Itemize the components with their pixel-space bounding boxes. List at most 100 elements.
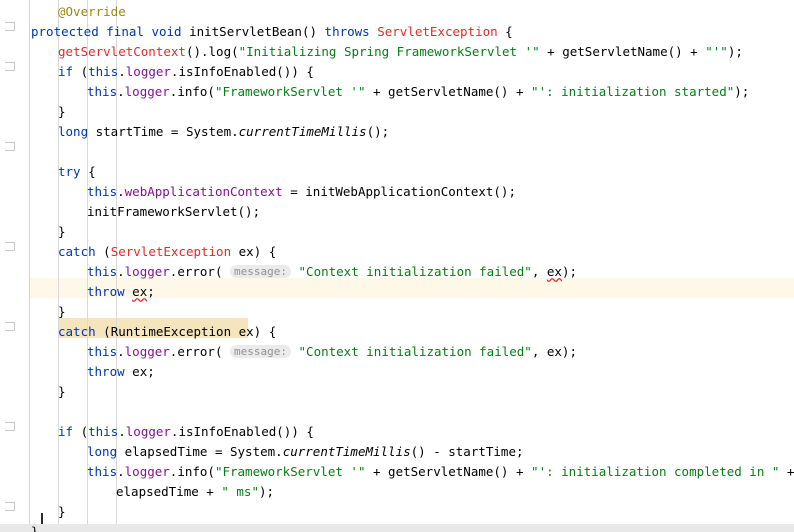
code-token: "Initializing Spring FrameworkServlet '" (238, 44, 540, 59)
code-token: ; (147, 284, 155, 299)
code-token: logger (124, 464, 170, 479)
code-line[interactable]: long startTime = System.currentTimeMilli… (58, 122, 389, 142)
code-token: "Context initialization failed" (298, 344, 532, 359)
parameter-hint[interactable]: message: (230, 265, 291, 278)
code-token: long (58, 124, 89, 139)
parameter-hint[interactable]: message: (230, 345, 291, 358)
code-token: elapsedTime + (116, 484, 222, 499)
code-line[interactable]: getServletContext().log("Initializing Sp… (58, 42, 743, 62)
code-token: logger (125, 64, 171, 79)
code-token: "FrameworkServlet '" (214, 84, 366, 99)
code-token: ); (727, 44, 743, 59)
code-token: ); (734, 84, 750, 99)
code-token: ex) { (231, 244, 277, 259)
code-line[interactable]: this.logger.error( message: "Context ini… (87, 342, 577, 362)
code-token: protected (31, 24, 99, 39)
code-line[interactable]: if (this.logger.isInfoEnabled()) { (58, 62, 314, 82)
code-line[interactable]: throw ex; (87, 282, 155, 302)
code-token: this (87, 464, 118, 479)
code-token: long (87, 444, 118, 459)
code-fold-marker[interactable] (5, 22, 15, 31)
code-editor-pane[interactable]: @Override protected final void initServle… (0, 0, 794, 532)
code-token: this (87, 264, 118, 279)
code-line[interactable]: this.logger.error( message: "Context ini… (87, 262, 577, 282)
code-token: "': initialization started" (531, 84, 735, 99)
code-token: . (117, 464, 125, 479)
code-token: { (497, 24, 513, 39)
code-token: elapsedTime = System. (117, 444, 283, 459)
code-token: "FrameworkServlet '" (214, 464, 366, 479)
code-token: + (779, 464, 794, 479)
code-line[interactable]: throw ex; (87, 362, 155, 382)
code-token: . (118, 424, 126, 439)
code-line[interactable]: elapsedTime + " ms"); (116, 482, 274, 502)
code-token: , ex); (531, 344, 577, 359)
code-token: final (106, 24, 144, 39)
code-line[interactable]: } (58, 102, 66, 122)
code-token: ( (95, 244, 111, 259)
code-token: this (88, 64, 119, 79)
code-fold-marker[interactable] (5, 242, 15, 251)
code-fold-marker[interactable] (5, 322, 15, 331)
code-line[interactable]: } (58, 502, 66, 522)
code-fold-marker[interactable] (5, 422, 15, 431)
code-token: logger (124, 264, 170, 279)
code-line[interactable]: long elapsedTime = System.currentTimeMil… (87, 442, 524, 462)
code-token: catch (58, 244, 96, 259)
code-line[interactable]: } (58, 302, 66, 322)
code-token: "'" (705, 44, 728, 59)
code-token: .error( (169, 264, 231, 279)
code-token: (); (366, 124, 390, 139)
code-line[interactable]: catch (ServletException ex) { (58, 242, 276, 262)
code-token: initServletBean() (181, 24, 325, 39)
code-token: startTime = System. (88, 124, 239, 139)
code-token: . (117, 84, 125, 99)
code-line[interactable]: } (58, 222, 66, 242)
code-token: } (58, 504, 66, 519)
code-token: " ms" (221, 484, 259, 499)
code-token: throw (87, 284, 125, 299)
code-token: . (117, 184, 125, 199)
code-token: .info( (169, 464, 215, 479)
code-fold-marker[interactable] (5, 502, 15, 511)
code-token: getServletContext (58, 44, 186, 59)
code-token: @Override (58, 4, 126, 19)
code-token: try (58, 164, 81, 179)
code-token: .isInfoEnabled()) { (170, 64, 314, 79)
code-fold-marker[interactable] (5, 142, 15, 151)
code-line[interactable]: catch (RuntimeException ex) { (58, 322, 276, 342)
code-line[interactable]: } (31, 522, 39, 532)
code-line[interactable]: if (this.logger.isInfoEnabled()) { (58, 422, 314, 442)
code-token: this (88, 424, 119, 439)
code-token: initFrameworkServlet(); (87, 204, 261, 219)
code-line[interactable]: protected final void initServletBean() t… (31, 22, 513, 42)
code-line[interactable]: initFrameworkServlet(); (87, 202, 260, 222)
code-token: } (58, 104, 66, 119)
code-token: } (31, 524, 39, 532)
code-token: throw (87, 364, 125, 379)
code-line[interactable]: this.webApplicationContext = initWebAppl… (87, 182, 516, 202)
code-token: ( (73, 64, 89, 79)
code-token: . (117, 344, 125, 359)
code-token: ex; (124, 364, 155, 379)
code-token: webApplicationContext (124, 184, 283, 199)
code-fold-marker[interactable] (5, 62, 15, 71)
code-line[interactable]: } (58, 382, 66, 402)
code-line[interactable]: try { (58, 162, 96, 182)
code-token: ServletException (110, 244, 232, 259)
code-token: currentTimeMillis (238, 124, 367, 139)
editor-gutter[interactable] (0, 0, 30, 532)
code-token: { (80, 164, 96, 179)
code-token: } (58, 304, 66, 319)
code-token: this (87, 84, 118, 99)
code-line[interactable]: this.logger.info("FrameworkServlet '" + … (87, 82, 749, 102)
horizontal-scrollbar[interactable] (0, 524, 794, 532)
code-line[interactable]: this.logger.info("FrameworkServlet '" + … (87, 462, 794, 482)
code-token: .info( (169, 84, 215, 99)
code-token: + getServletName() + (365, 464, 532, 479)
code-token: currentTimeMillis (282, 444, 411, 459)
code-line[interactable]: @Override (58, 2, 126, 22)
code-token: if (58, 424, 74, 439)
